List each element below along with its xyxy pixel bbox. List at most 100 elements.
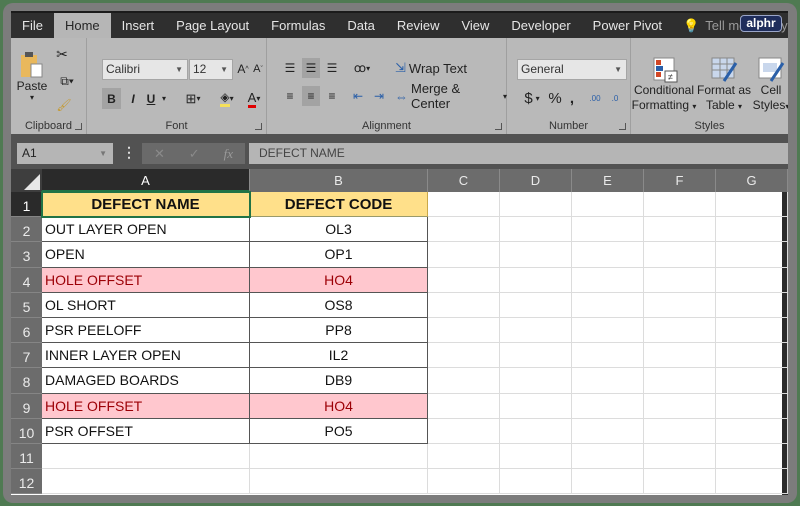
cell-a4[interactable]: HOLE OFFSET (42, 267, 250, 293)
column-header-a[interactable]: A (42, 169, 250, 192)
format-painter-icon[interactable]: 🖌 (55, 96, 73, 114)
row-header-2[interactable]: 2 (11, 217, 42, 243)
cell-c4[interactable] (428, 267, 500, 293)
decrease-font-icon[interactable]: Aˇ (252, 60, 264, 78)
top-align-icon[interactable]: ☰ (281, 58, 299, 78)
tab-formulas[interactable]: Formulas (260, 13, 336, 38)
formula-input[interactable]: DEFECT NAME (249, 143, 788, 164)
cell-a7[interactable]: INNER LAYER OPEN (42, 343, 250, 369)
row-header-7[interactable]: 7 (11, 343, 42, 369)
tab-power-pivot[interactable]: Power Pivot (582, 13, 673, 38)
cell-styles-button[interactable]: Cell Styles▾ (753, 54, 788, 116)
tab-view[interactable]: View (450, 13, 500, 38)
cell-e2[interactable] (572, 217, 644, 243)
cell-g4[interactable] (716, 267, 788, 293)
column-header-c[interactable]: C (428, 169, 500, 192)
cell-a5[interactable]: OL SHORT (42, 292, 250, 318)
cell-d7[interactable] (500, 343, 572, 369)
fill-color-icon[interactable]: ◈ ▾ (214, 88, 240, 109)
cell-c6[interactable] (428, 318, 500, 344)
row-header-12[interactable]: 12 (11, 469, 42, 495)
cell-d9[interactable] (500, 393, 572, 419)
cell-d3[interactable] (500, 242, 572, 268)
cell-e7[interactable] (572, 343, 644, 369)
cell-g8[interactable] (716, 368, 788, 394)
cell-f12[interactable] (644, 469, 716, 495)
middle-align-icon[interactable]: ☰ (302, 58, 320, 78)
cell-f6[interactable] (644, 318, 716, 344)
cell-b7[interactable]: IL2 (250, 343, 428, 369)
dialog-launcher-icon[interactable] (255, 123, 262, 130)
cell-e5[interactable] (572, 292, 644, 318)
cell-a6[interactable]: PSR PEELOFF (42, 318, 250, 344)
cell-a9[interactable]: HOLE OFFSET (42, 393, 250, 419)
cell-g11[interactable] (716, 444, 788, 470)
row-header-11[interactable]: 11 (11, 444, 42, 470)
percent-button[interactable]: % (547, 88, 563, 108)
cell-d10[interactable] (500, 418, 572, 444)
cell-b10[interactable]: PO5 (250, 418, 428, 444)
row-header-10[interactable]: 10 (11, 418, 42, 444)
increase-decimal-button[interactable]: .00 (587, 88, 603, 108)
cell-c2[interactable] (428, 217, 500, 243)
font-name-combo[interactable]: Calibri ▼ (102, 59, 188, 80)
cell-e8[interactable] (572, 368, 644, 394)
align-left-icon[interactable]: ≡ (281, 86, 299, 106)
decrease-indent-icon[interactable]: ⇤ (349, 86, 367, 106)
align-center-icon[interactable]: ≡ (302, 86, 320, 106)
cell-d12[interactable] (500, 469, 572, 495)
row-header-5[interactable]: 5 (11, 292, 42, 318)
row-header-4[interactable]: 4 (11, 267, 42, 293)
borders-icon[interactable]: ⊞ ▾ (179, 88, 207, 109)
conditional-formatting-button[interactable]: ≠ Conditional Formatting ▾ (631, 54, 697, 116)
cell-f10[interactable] (644, 418, 716, 444)
dialog-launcher-icon[interactable] (495, 123, 502, 130)
tab-home[interactable]: Home (53, 13, 111, 38)
cell-f3[interactable] (644, 242, 716, 268)
cell-c12[interactable] (428, 469, 500, 495)
row-header-3[interactable]: 3 (11, 242, 42, 268)
increase-font-icon[interactable]: A ^ (237, 60, 249, 78)
font-size-combo[interactable]: 12 ▼ (189, 59, 233, 80)
dialog-launcher-icon[interactable] (619, 123, 626, 130)
cell-c9[interactable] (428, 393, 500, 419)
tab-developer[interactable]: Developer (500, 13, 581, 38)
wrap-text-button[interactable]: ⇲ Wrap Text (395, 58, 475, 78)
bold-button[interactable]: B (102, 88, 121, 109)
cell-f1[interactable] (644, 192, 716, 218)
cell-e1[interactable] (572, 192, 644, 218)
cell-b2[interactable]: OL3 (250, 217, 428, 243)
currency-button[interactable]: $ ▾ (519, 88, 545, 108)
align-right-icon[interactable]: ≡ (323, 86, 341, 106)
column-header-b[interactable]: B (250, 169, 428, 192)
cell-d6[interactable] (500, 318, 572, 344)
cell-c11[interactable] (428, 444, 500, 470)
tab-file[interactable]: File (11, 13, 54, 38)
orientation-icon[interactable]: ꝏ ▾ (349, 58, 375, 78)
cell-a11[interactable] (42, 444, 250, 470)
tab-review[interactable]: Review (386, 13, 451, 38)
cell-b4[interactable]: HO4 (250, 267, 428, 293)
font-color-icon[interactable]: A ▾ (242, 88, 266, 109)
underline-button[interactable]: U (143, 88, 159, 109)
cell-e3[interactable] (572, 242, 644, 268)
cell-g12[interactable] (716, 469, 788, 495)
column-header-d[interactable]: D (500, 169, 572, 192)
cell-f2[interactable] (644, 217, 716, 243)
cell-g1[interactable] (716, 192, 788, 218)
paste-button[interactable]: Paste ▾ (17, 46, 47, 106)
tab-insert[interactable]: Insert (111, 13, 166, 38)
name-box[interactable]: A1 ▼ (17, 143, 113, 164)
number-format-combo[interactable]: General ▼ (517, 59, 627, 80)
column-header-e[interactable]: E (572, 169, 644, 192)
row-header-1[interactable]: 1 (11, 192, 42, 218)
increase-indent-icon[interactable]: ⇥ (370, 86, 388, 106)
cell-a2[interactable]: OUT LAYER OPEN (42, 217, 250, 243)
cell-a8[interactable]: DAMAGED BOARDS (42, 368, 250, 394)
merge-center-button[interactable]: ⇔ Merge & Center ▾ (395, 81, 507, 111)
bottom-align-icon[interactable]: ☰ (323, 58, 341, 78)
cell-e6[interactable] (572, 318, 644, 344)
cell-b8[interactable]: DB9 (250, 368, 428, 394)
cell-g5[interactable] (716, 292, 788, 318)
cell-f4[interactable] (644, 267, 716, 293)
